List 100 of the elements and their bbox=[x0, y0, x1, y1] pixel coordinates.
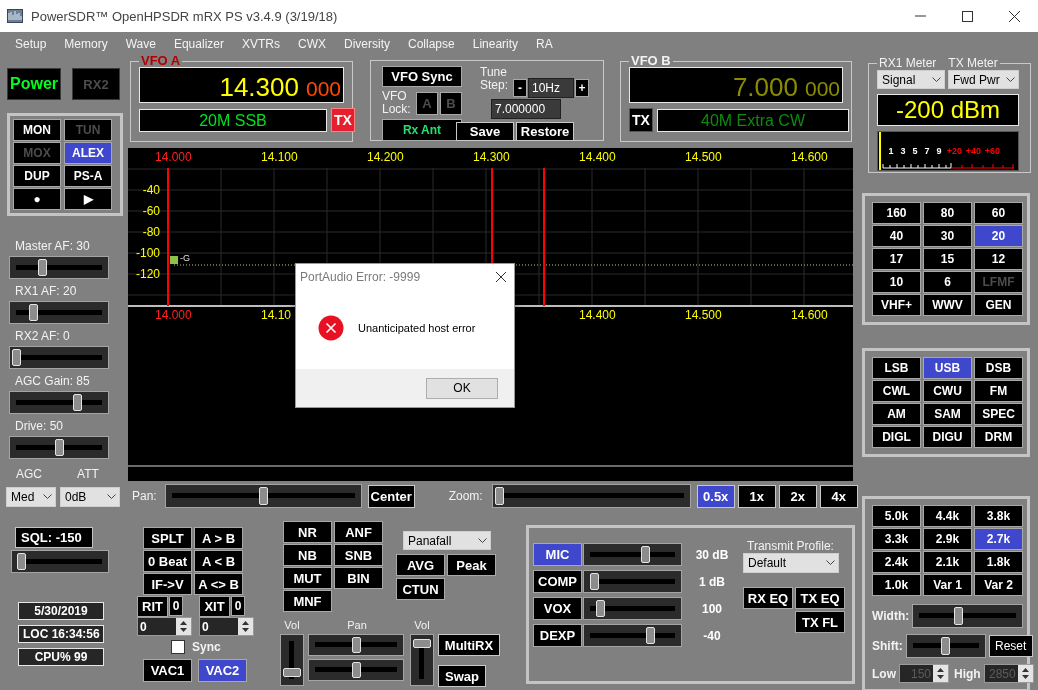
filter-button[interactable]: Var 2 bbox=[974, 574, 1023, 596]
slider[interactable] bbox=[9, 256, 109, 279]
transmit-toggle-button[interactable]: VOX bbox=[533, 597, 582, 620]
rit-button[interactable]: RIT bbox=[137, 596, 168, 617]
dropdown[interactable]: Fwd Pwr bbox=[948, 70, 1019, 89]
band-button[interactable]: 40 bbox=[872, 225, 921, 247]
slider[interactable] bbox=[583, 597, 682, 620]
slider-thumb[interactable] bbox=[12, 349, 21, 366]
zoom-button[interactable]: 2x bbox=[778, 484, 817, 508]
slider[interactable] bbox=[583, 543, 682, 566]
offset-field[interactable]: 0 bbox=[137, 617, 192, 636]
vac-button[interactable]: VAC1 bbox=[143, 659, 192, 682]
mode-button[interactable]: DRM bbox=[974, 426, 1023, 448]
slider[interactable] bbox=[9, 301, 109, 324]
multirx-button[interactable]: MultiRX bbox=[438, 634, 500, 656]
mode-button[interactable]: AM bbox=[872, 403, 921, 425]
xit-button[interactable]: XIT bbox=[199, 596, 230, 617]
rit-value[interactable]: 0 bbox=[169, 596, 183, 616]
slider[interactable] bbox=[583, 570, 682, 593]
center-button[interactable]: Center bbox=[367, 484, 415, 508]
step-up-button[interactable]: + bbox=[575, 79, 589, 97]
slider-thumb[interactable] bbox=[953, 607, 963, 625]
spinner-arrows-icon[interactable] bbox=[176, 618, 191, 635]
dsp-button[interactable]: NB bbox=[283, 544, 332, 566]
mode-button[interactable]: DSB bbox=[974, 357, 1023, 379]
slider[interactable] bbox=[912, 604, 1024, 628]
reset-button[interactable]: Reset bbox=[988, 635, 1033, 657]
band-button[interactable]: 6 bbox=[923, 271, 972, 293]
mode-button[interactable]: CWL bbox=[872, 380, 921, 402]
tune-step-field[interactable]: 10Hz bbox=[528, 78, 574, 98]
toggle-button[interactable]: DUP bbox=[13, 165, 61, 187]
vfo-operation-button[interactable]: 0 Beat bbox=[143, 550, 192, 572]
filter-button[interactable]: Var 1 bbox=[923, 574, 972, 596]
filter-button[interactable]: 1.8k bbox=[974, 551, 1023, 573]
slider-thumb[interactable] bbox=[73, 394, 83, 411]
dsp-button[interactable]: MUT bbox=[283, 567, 332, 589]
slider[interactable] bbox=[491, 484, 691, 508]
slider[interactable] bbox=[905, 634, 986, 658]
dsp-button[interactable]: SNB bbox=[334, 544, 383, 566]
mode-button[interactable]: DIGL bbox=[872, 426, 921, 448]
display-button[interactable]: CTUN bbox=[396, 578, 445, 600]
filter-button[interactable]: 3.8k bbox=[974, 505, 1023, 527]
slider-thumb[interactable] bbox=[941, 637, 951, 655]
mode-button[interactable]: CWU bbox=[923, 380, 972, 402]
dropdown[interactable]: Panafall bbox=[403, 531, 491, 550]
mode-button[interactable]: LSB bbox=[872, 357, 921, 379]
save-button[interactable]: Save bbox=[456, 122, 514, 141]
zoom-button[interactable]: 4x bbox=[819, 484, 858, 508]
dsp-button[interactable]: NR bbox=[283, 521, 332, 543]
menu-item[interactable]: CWX bbox=[289, 36, 335, 51]
filter-button[interactable]: 2.1k bbox=[923, 551, 972, 573]
filter-button[interactable]: 2.9k bbox=[923, 528, 972, 550]
power-button[interactable]: Power bbox=[7, 68, 61, 100]
equalizer-button[interactable]: TX EQ bbox=[795, 587, 845, 609]
equalizer-button[interactable]: RX EQ bbox=[743, 587, 793, 609]
menu-item[interactable]: Wave bbox=[116, 36, 165, 51]
filter-button[interactable]: 5.0k bbox=[872, 505, 921, 527]
toggle-button[interactable]: ● bbox=[13, 188, 61, 210]
vfo-operation-button[interactable]: SPLT bbox=[143, 527, 192, 549]
mode-button[interactable]: DIGU bbox=[923, 426, 972, 448]
vertical-slider[interactable] bbox=[280, 634, 304, 686]
slider-thumb[interactable] bbox=[54, 439, 64, 456]
vac-button[interactable]: VAC2 bbox=[198, 659, 247, 682]
xit-value[interactable]: 0 bbox=[231, 596, 245, 616]
slider-thumb[interactable] bbox=[413, 638, 431, 648]
slider[interactable] bbox=[308, 659, 404, 681]
checkbox[interactable] bbox=[171, 640, 185, 654]
band-button[interactable]: VHF+ bbox=[872, 294, 921, 316]
slider-thumb[interactable] bbox=[37, 259, 47, 276]
dsp-button[interactable]: BIN bbox=[334, 567, 383, 589]
band-button[interactable]: 80 bbox=[923, 202, 972, 224]
spinner-arrows-icon[interactable] bbox=[1017, 665, 1033, 682]
equalizer-button[interactable]: TX FL bbox=[795, 611, 845, 633]
vfo-operation-button[interactable]: A < B bbox=[194, 550, 243, 572]
restore-button[interactable]: Restore bbox=[516, 122, 574, 141]
toggle-button[interactable]: ▶ bbox=[64, 188, 112, 210]
display-button[interactable]: AVG bbox=[396, 554, 445, 576]
band-button[interactable]: 12 bbox=[974, 248, 1023, 270]
toggle-button[interactable]: ALEX bbox=[64, 142, 112, 164]
zoom-button[interactable]: 1x bbox=[737, 484, 776, 508]
swap-button[interactable]: Swap bbox=[438, 665, 486, 687]
dropdown[interactable]: Signal bbox=[877, 70, 945, 89]
vfo-operation-button[interactable]: A > B bbox=[194, 527, 243, 549]
band-button[interactable]: 15 bbox=[923, 248, 972, 270]
menu-item[interactable]: Setup bbox=[6, 36, 56, 51]
slider-thumb[interactable] bbox=[351, 637, 361, 653]
dropdown[interactable]: Med bbox=[6, 487, 56, 507]
menu-item[interactable]: RA bbox=[527, 36, 562, 51]
spinner-arrows-icon[interactable] bbox=[238, 618, 253, 635]
slider-thumb[interactable] bbox=[596, 600, 606, 617]
mode-button[interactable]: USB bbox=[923, 357, 972, 379]
toggle-button[interactable]: PS-A bbox=[64, 165, 112, 187]
menu-item[interactable]: Memory bbox=[55, 36, 117, 51]
slider-thumb[interactable] bbox=[351, 662, 361, 678]
slider-thumb[interactable] bbox=[29, 304, 38, 321]
slider[interactable] bbox=[583, 624, 682, 647]
transmit-toggle-button[interactable]: COMP bbox=[533, 570, 582, 593]
slider[interactable] bbox=[9, 346, 109, 369]
slider[interactable] bbox=[9, 436, 109, 459]
vertical-slider[interactable] bbox=[410, 634, 434, 686]
